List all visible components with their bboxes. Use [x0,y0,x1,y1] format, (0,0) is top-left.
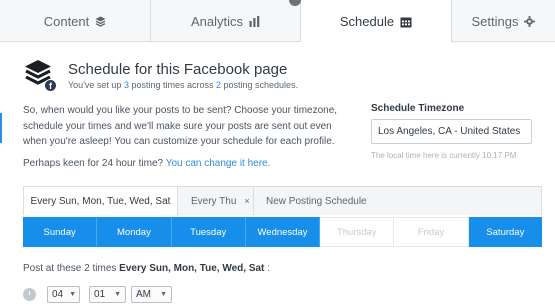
stack-icon [95,16,106,27]
local-time-note: The local time here is currently 10:17 P… [371,151,517,160]
minute-select[interactable]: 01 ▼ [89,286,126,303]
facebook-badge-icon: f [44,79,57,92]
tab-content[interactable]: Content [0,0,151,42]
tab-analytics-label: Analytics [190,13,244,29]
top-tab-bar: Content Analytics Schedule Settings [0,0,555,43]
tab-analytics[interactable]: Analytics [151,0,301,42]
day-toggle-monday[interactable]: Monday [97,217,172,247]
calendar-icon [400,16,412,28]
clock-icon [23,288,36,301]
day-toggle-saturday[interactable]: Saturday [468,217,542,247]
tab-settings[interactable]: Settings [452,0,555,42]
change-time-format-link[interactable]: You can change it here. [166,158,271,169]
ampm-select[interactable]: AM ▼ [131,286,172,303]
day-toggle-wednesday[interactable]: Wednesday [245,217,321,247]
tab-settings-label: Settings [471,13,519,29]
left-accent-bar [0,113,2,143]
page-title: Schedule for this Facebook page [68,61,288,78]
timezone-label: Schedule Timezone [371,103,465,114]
new-posting-schedule-tab[interactable]: New Posting Schedule [254,187,454,215]
close-icon[interactable]: × [244,196,249,206]
tab-content-label: Content [43,13,90,29]
day-toggle-sunday[interactable]: Sunday [23,217,98,247]
bar-chart-icon [249,15,260,27]
tab-schedule[interactable]: Schedule [301,0,452,43]
day-toggle-thursday[interactable]: Thursday [320,217,395,247]
day-toggle-group: Sunday Monday Tuesday Wednesday Thursday Frid… [23,217,542,247]
chevron-down-icon: ▼ [160,291,167,298]
schedule-tab-thursday[interactable]: Every Thu × [178,187,254,215]
tab-schedule-label: Schedule [339,14,395,29]
hour-select[interactable]: 04 ▼ [47,286,80,303]
chevron-down-icon: ▼ [69,291,77,298]
schedule-tab-active[interactable]: Every Sun, Mon, Tue, Wed, Sat [24,187,178,216]
day-toggle-friday[interactable]: Friday [394,217,469,247]
day-toggle-tuesday[interactable]: Tuesday [171,217,246,247]
chevron-down-icon: ▼ [114,291,121,298]
post-at-summary: Post at these 2 times Every Sun, Mon, Tu… [23,263,270,274]
posting-schedule-tabs: Every Sun, Mon, Tue, Wed, Sat Every Thu … [23,186,542,216]
time-format-hint: Perhaps keen for 24 hour time? You can c… [23,158,271,169]
timezone-input[interactable] [371,119,532,144]
page-subtitle: You've set up 3 posting times across 2 p… [68,80,299,90]
gear-icon [524,15,536,27]
schedule-description: So, when would you like your posts to be… [23,105,338,147]
